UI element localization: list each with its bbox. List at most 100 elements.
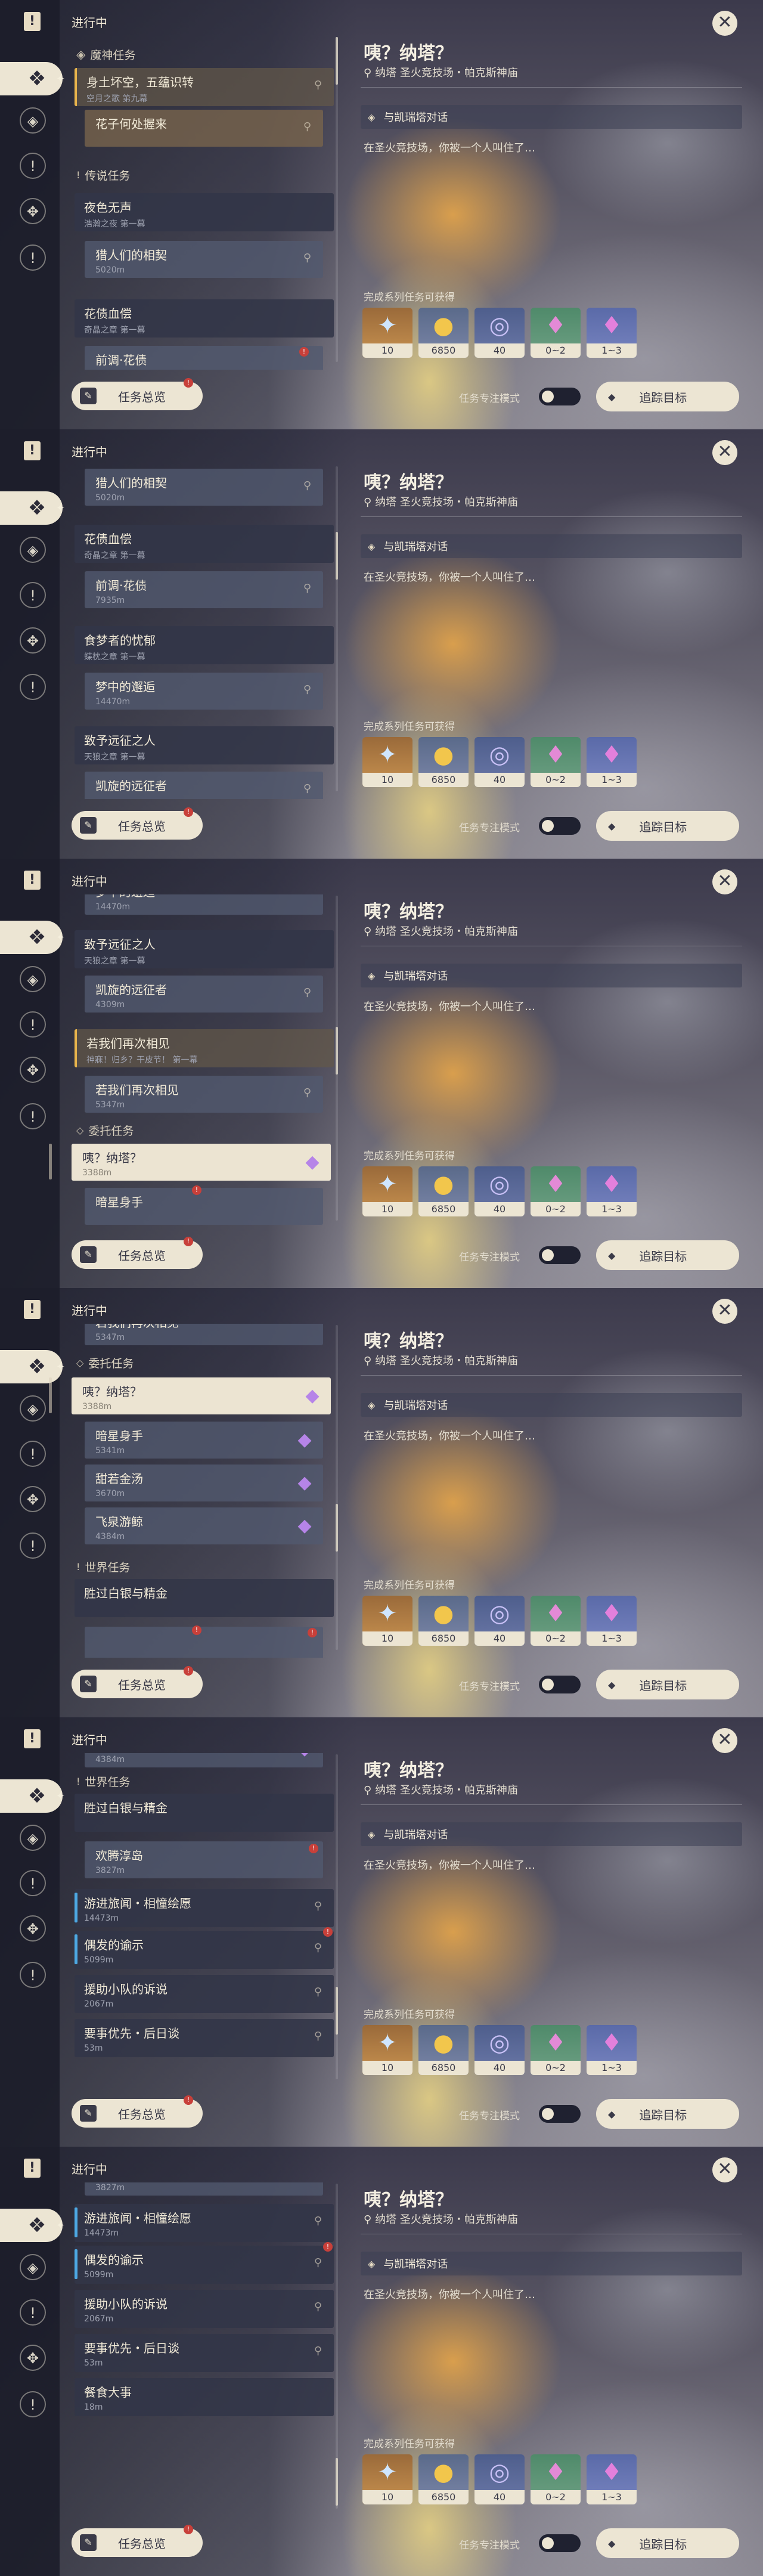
quest-item-world[interactable]: 偶发的谕示 5099m ⚲! bbox=[75, 2242, 334, 2284]
quest-item-world[interactable]: 要事优先・后日谈 53m ⚲ bbox=[75, 2334, 334, 2372]
quest-item-world[interactable]: 援助小队的诉说 2067m ⚲ bbox=[75, 2290, 334, 2328]
subquest-item[interactable]: 猎人们的相契 5020m ⚲ bbox=[85, 469, 323, 506]
reward-mora[interactable]: ● 6850 bbox=[418, 308, 469, 358]
close-button[interactable]: ✕ bbox=[712, 11, 737, 36]
commission-item[interactable]: 甜若金汤 3670m ◆ bbox=[85, 1465, 323, 1501]
quest-overview-button[interactable]: ✎ 任务总览! bbox=[72, 807, 203, 840]
quest-item-world[interactable]: 胜过白银与精金 bbox=[75, 1794, 334, 1832]
commission-item[interactable]: 飞泉游鲸4384m◆ bbox=[85, 1507, 323, 1544]
story-quest-icon[interactable]: ! bbox=[20, 1011, 46, 1038]
quest-item-story[interactable]: 食梦者的忧郁 蝶枕之章 第一幕 bbox=[75, 626, 334, 664]
subquest-item[interactable]: 若我们再次相见 5347m ⚲ bbox=[85, 1076, 323, 1113]
subquest-item[interactable]: 前调·花债 7935m ⚲ bbox=[85, 571, 323, 608]
commission-item-selected[interactable]: 咦？纳塔？ 3388m ◆ bbox=[72, 1377, 331, 1414]
list-scrollbar[interactable] bbox=[336, 1325, 338, 1650]
quest-item-world[interactable]: 游进旅闻・相憧绘愿 14473m ⚲ bbox=[75, 2204, 334, 2242]
commission-item[interactable]: 飞泉游鲸4384m◆ bbox=[85, 1753, 323, 1767]
reward-mora[interactable]: ● 6850 bbox=[418, 737, 469, 787]
story-quest-icon[interactable]: ! bbox=[20, 153, 46, 179]
list-scrollbar[interactable] bbox=[336, 1754, 338, 2079]
rail-category-all[interactable]: ❖ ✦ bbox=[0, 62, 65, 95]
reward-primogem[interactable]: ✦ 10 bbox=[362, 737, 412, 787]
close-button[interactable]: ✕ bbox=[712, 2157, 737, 2182]
reward-mora[interactable]: ● 6850 bbox=[418, 1596, 469, 1646]
quest-list[interactable]: 欢腾淳岛3827m! 游进旅闻・相憧绘愿 14473m ⚲ 偶发的谕示 5099m ⚲!… bbox=[60, 2182, 340, 2516]
track-target-button[interactable]: ◆ 追踪目标 bbox=[596, 2528, 739, 2558]
scroll-thumb[interactable] bbox=[336, 1987, 338, 2035]
quest-list[interactable]: ◈ 魔神任务 身土坏空，五蕴识转 空月之歌 第九幕 ⚲ 花子何处握来 ⚲ ! 传说任务 夜… bbox=[60, 36, 340, 370]
quest-item-story[interactable]: 若我们再次相见 神寐！归乡？干皮节！ 第一幕 bbox=[75, 1029, 334, 1067]
close-button[interactable]: ✕ bbox=[712, 1299, 737, 1324]
quest-list[interactable]: 梦中的邂逅14470m 致予远征之人天狼之章 第一幕 凯旋的远征者4309m⚲ … bbox=[60, 894, 340, 1228]
scroll-thumb[interactable] bbox=[336, 2458, 338, 2506]
scroll-thumb[interactable] bbox=[336, 532, 338, 580]
quest-item-story[interactable]: 致予远征之人 天狼之章 第一幕 bbox=[75, 930, 334, 968]
subquest-item[interactable]: !! bbox=[85, 1626, 323, 1658]
reward-primogem[interactable]: ✦ 10 bbox=[362, 1166, 412, 1216]
story-quest-icon[interactable]: ! bbox=[20, 1870, 46, 1896]
world-quest-icon[interactable]: ! bbox=[20, 2391, 46, 2417]
subquest-item[interactable]: 欢腾淳岛3827m! bbox=[85, 1841, 323, 1878]
subquest-item[interactable]: 花子何处握来 ⚲ bbox=[85, 110, 323, 147]
world-quest-icon[interactable]: ! bbox=[20, 1962, 46, 1988]
archon-quest-icon[interactable]: ◈ bbox=[20, 537, 46, 563]
quest-item-story[interactable]: 夜色无声 浩瀚之夜 第一幕 bbox=[75, 193, 334, 231]
track-target-button[interactable]: ◆ 追踪目标 bbox=[596, 2099, 739, 2129]
quest-item-world[interactable]: 要事优先・后日谈 53m ⚲ bbox=[75, 2019, 334, 2057]
quest-overview-button[interactable]: ✎ 任务总览! bbox=[72, 1237, 203, 1269]
quest-item-world[interactable]: 援助小队的诉说 2067m ⚲ bbox=[75, 1975, 334, 2013]
rail-category-all[interactable]: ❖ ✦ bbox=[0, 1779, 65, 1813]
commission-item[interactable]: 暗星身手! bbox=[85, 1185, 323, 1225]
commission-item-selected[interactable]: 咦？纳塔？ 3388m ◆ bbox=[72, 1144, 331, 1181]
quest-item-world[interactable]: 偶发的谕示 5099m ⚲! bbox=[75, 1927, 334, 1969]
focus-mode-toggle[interactable] bbox=[539, 1246, 581, 1264]
quest-overview-button[interactable]: ✎ 任务总览! bbox=[72, 2095, 203, 2128]
commission-icon[interactable]: ✥ bbox=[20, 1057, 46, 1083]
quest-item-world[interactable]: 游进旅闻・相憧绘愿 14473m ⚲ bbox=[75, 1889, 334, 1927]
reward-mora[interactable]: ● 6850 bbox=[418, 2454, 469, 2504]
quest-item-story[interactable]: 花债血偿 奇晶之章 第一幕 bbox=[75, 299, 334, 338]
archon-quest-icon[interactable]: ◈ bbox=[20, 1825, 46, 1851]
scroll-thumb[interactable] bbox=[336, 1504, 338, 1552]
subquest-item[interactable]: 梦中的邂逅 14470m ⚲ bbox=[85, 673, 323, 710]
subquest-item[interactable]: 凯旋的远征者 4309m ⚲ bbox=[85, 976, 323, 1013]
quest-overview-button[interactable]: ✎ 任务总览! bbox=[72, 378, 203, 410]
commission-icon[interactable]: ✥ bbox=[20, 1915, 46, 1942]
reward-adventure-exp[interactable]: ◎ 40 bbox=[474, 1166, 525, 1216]
reward-primogem[interactable]: ✦ 10 bbox=[362, 308, 412, 358]
quest-overview-button[interactable]: ✎ 任务总览! bbox=[72, 2525, 203, 2557]
reward-crystal-chunk[interactable]: ♦ 1~3 bbox=[587, 308, 637, 358]
subquest-item[interactable]: 凯旋的远征者 ⚲ bbox=[85, 772, 323, 799]
commission-icon[interactable]: ✥ bbox=[20, 2345, 46, 2371]
quest-item-story[interactable]: 花债血偿 奇晶之章 第一幕 bbox=[75, 525, 334, 563]
reward-crystal-ore[interactable]: ♦ 0~2 bbox=[531, 2025, 581, 2075]
story-quest-icon[interactable]: ! bbox=[20, 1441, 46, 1467]
track-target-button[interactable]: ◆ 追踪目标 bbox=[596, 1240, 739, 1270]
subquest-item[interactable]: 前调·花债! bbox=[85, 346, 323, 370]
rail-category-all[interactable]: ❖ ✦ bbox=[0, 1350, 65, 1383]
reward-primogem[interactable]: ✦ 10 bbox=[362, 2025, 412, 2075]
focus-mode-toggle[interactable] bbox=[539, 817, 581, 835]
focus-mode-toggle[interactable] bbox=[539, 388, 581, 405]
scroll-thumb[interactable] bbox=[336, 1027, 338, 1075]
scroll-thumb[interactable] bbox=[336, 37, 338, 85]
world-quest-icon[interactable]: ! bbox=[20, 1103, 46, 1129]
world-quest-icon[interactable]: ! bbox=[20, 244, 46, 271]
subquest-item[interactable]: 梦中的邂逅 14470m bbox=[85, 894, 323, 915]
subquest-item[interactable]: 若我们再次相见 5347m bbox=[85, 1324, 323, 1345]
list-scrollbar[interactable] bbox=[336, 37, 338, 362]
track-target-button[interactable]: ◆ 追踪目标 bbox=[596, 1670, 739, 1699]
quest-item-world[interactable]: 胜过白银与精金 bbox=[75, 1579, 334, 1617]
reward-mora[interactable]: ● 6850 bbox=[418, 1166, 469, 1216]
close-button[interactable]: ✕ bbox=[712, 1728, 737, 1753]
reward-crystal-chunk[interactable]: ♦ 1~3 bbox=[587, 737, 637, 787]
subquest-item[interactable]: 欢腾淳岛3827m! bbox=[85, 2182, 323, 2196]
focus-mode-toggle[interactable] bbox=[539, 2534, 581, 2552]
track-target-button[interactable]: ◆ 追踪目标 bbox=[596, 811, 739, 841]
quest-item-world[interactable]: 餐食大事 18m bbox=[75, 2378, 334, 2416]
focus-mode-toggle[interactable] bbox=[539, 2105, 581, 2123]
reward-crystal-ore[interactable]: ♦ 0~2 bbox=[531, 737, 581, 787]
focus-mode-toggle[interactable] bbox=[539, 1676, 581, 1693]
list-scrollbar[interactable] bbox=[336, 466, 338, 791]
track-target-button[interactable]: ◆ 追踪目标 bbox=[596, 382, 739, 411]
